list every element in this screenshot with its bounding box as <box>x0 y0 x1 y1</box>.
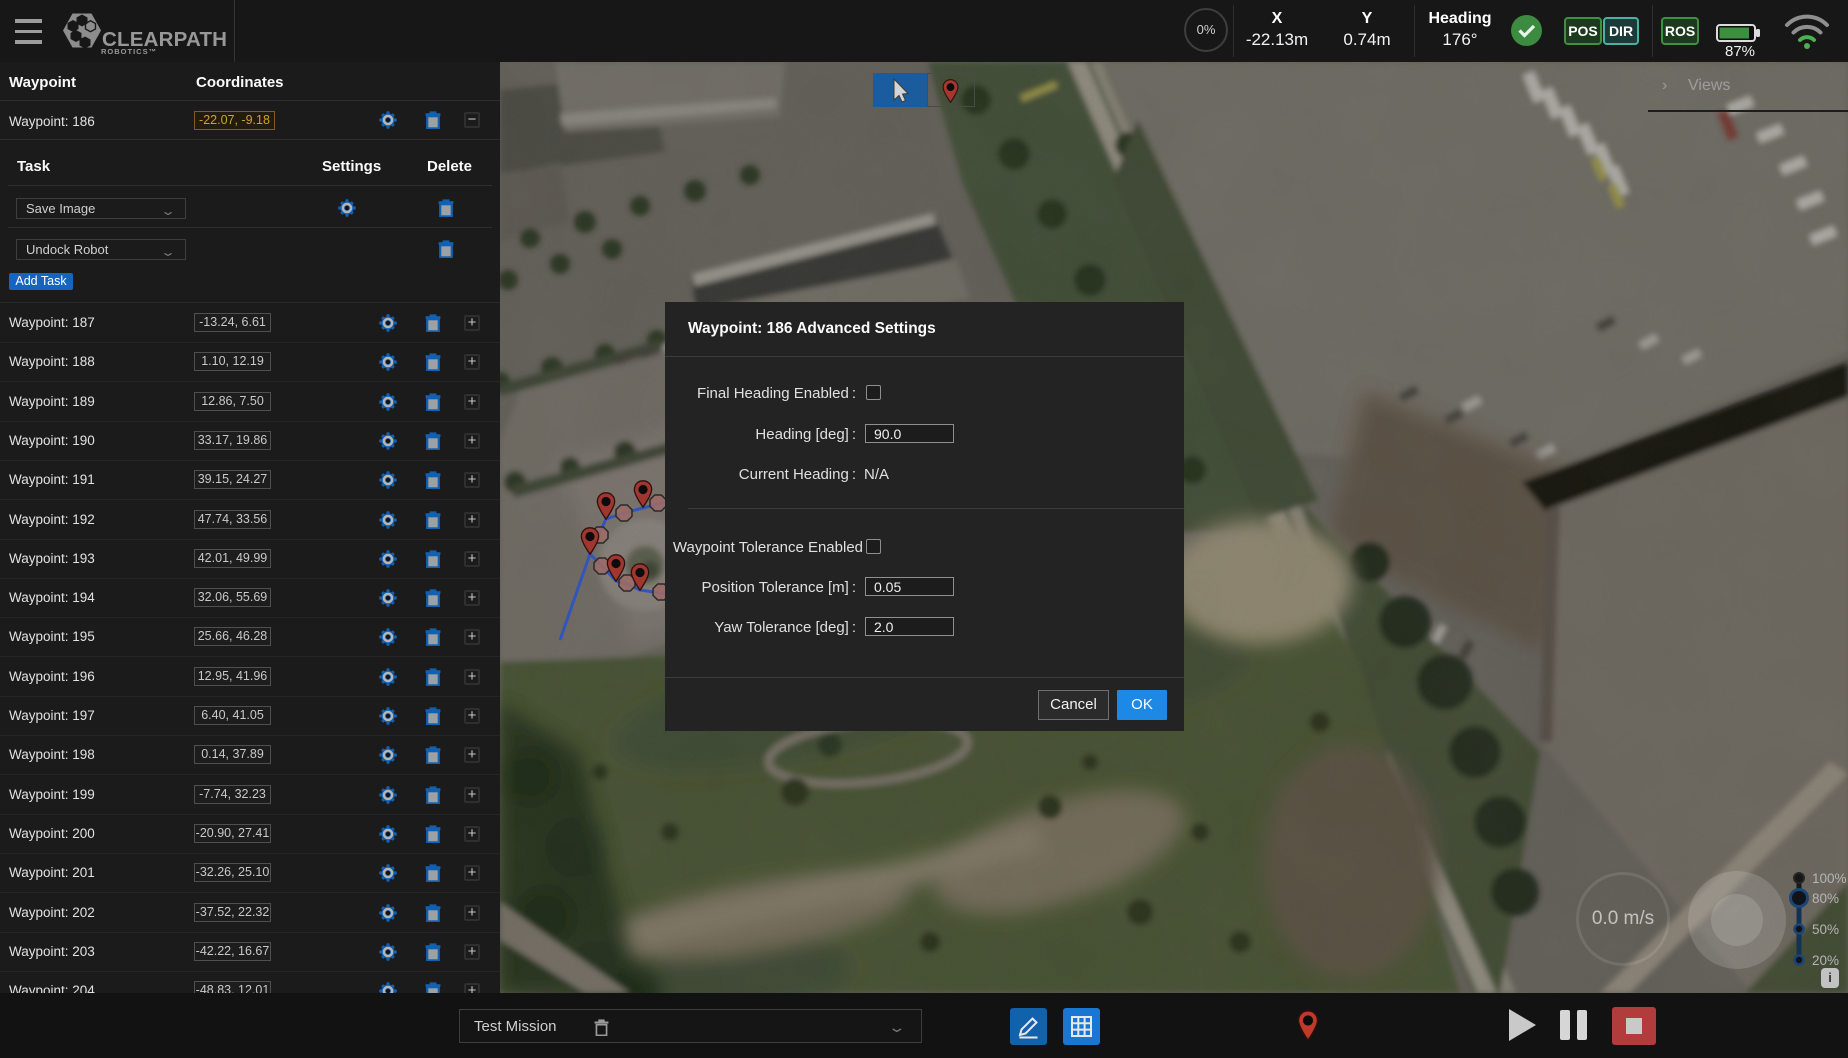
svg-text:20%: 20% <box>1812 953 1839 968</box>
svg-text:100%: 100% <box>1812 871 1847 886</box>
svg-text:50%: 50% <box>1812 922 1839 937</box>
svg-text:80%: 80% <box>1812 891 1839 906</box>
